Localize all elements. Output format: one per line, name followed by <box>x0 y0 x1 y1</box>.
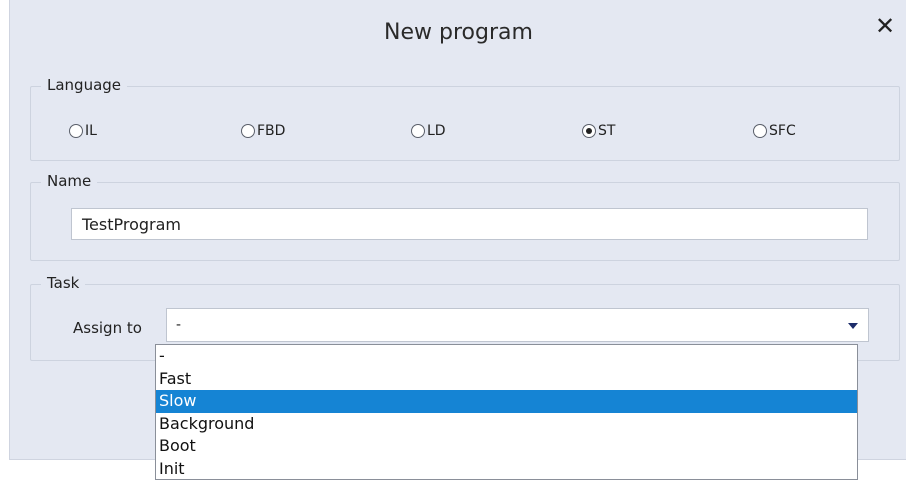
radio-st-circle[interactable] <box>582 124 596 138</box>
task-dropdown-list: - Fast Slow Background Boot Init <box>155 344 858 480</box>
radio-fbd-label: FBD <box>257 123 286 139</box>
radio-ld-circle[interactable] <box>411 124 425 138</box>
name-group: Name TestProgram <box>30 172 900 261</box>
assign-to-label: Assign to <box>73 319 142 337</box>
radio-st[interactable]: ST <box>582 123 615 139</box>
radio-sfc[interactable]: SFC <box>753 123 796 139</box>
radio-fbd-circle[interactable] <box>241 124 255 138</box>
radio-sfc-circle[interactable] <box>753 124 767 138</box>
language-legend: Language <box>41 76 128 94</box>
radio-il-label: IL <box>85 123 97 139</box>
dropdown-option-fast[interactable]: Fast <box>156 368 857 391</box>
task-legend: Task <box>41 274 86 292</box>
program-name-input[interactable]: TestProgram <box>71 208 868 240</box>
name-legend: Name <box>41 172 98 190</box>
dropdown-option-boot[interactable]: Boot <box>156 435 857 458</box>
language-group: Language IL FBD LD ST SFC <box>30 76 900 161</box>
dropdown-option-init[interactable]: Init <box>156 458 857 480</box>
close-icon[interactable]: ✕ <box>872 14 898 40</box>
radio-ld-label: LD <box>427 123 446 139</box>
assign-to-selected-value: - <box>176 316 181 333</box>
dropdown-option-none[interactable]: - <box>156 345 857 368</box>
radio-il[interactable]: IL <box>69 123 97 139</box>
radio-ld[interactable]: LD <box>411 123 446 139</box>
radio-il-circle[interactable] <box>69 124 83 138</box>
dialog-title: New program <box>384 20 533 45</box>
assign-to-select[interactable]: - <box>166 308 869 342</box>
dropdown-option-background[interactable]: Background <box>156 413 857 436</box>
radio-st-label: ST <box>598 123 616 139</box>
chevron-down-icon[interactable] <box>848 323 858 329</box>
dropdown-option-slow[interactable]: Slow <box>156 390 857 413</box>
radio-fbd[interactable]: FBD <box>241 123 285 139</box>
radio-sfc-label: SFC <box>769 123 796 139</box>
